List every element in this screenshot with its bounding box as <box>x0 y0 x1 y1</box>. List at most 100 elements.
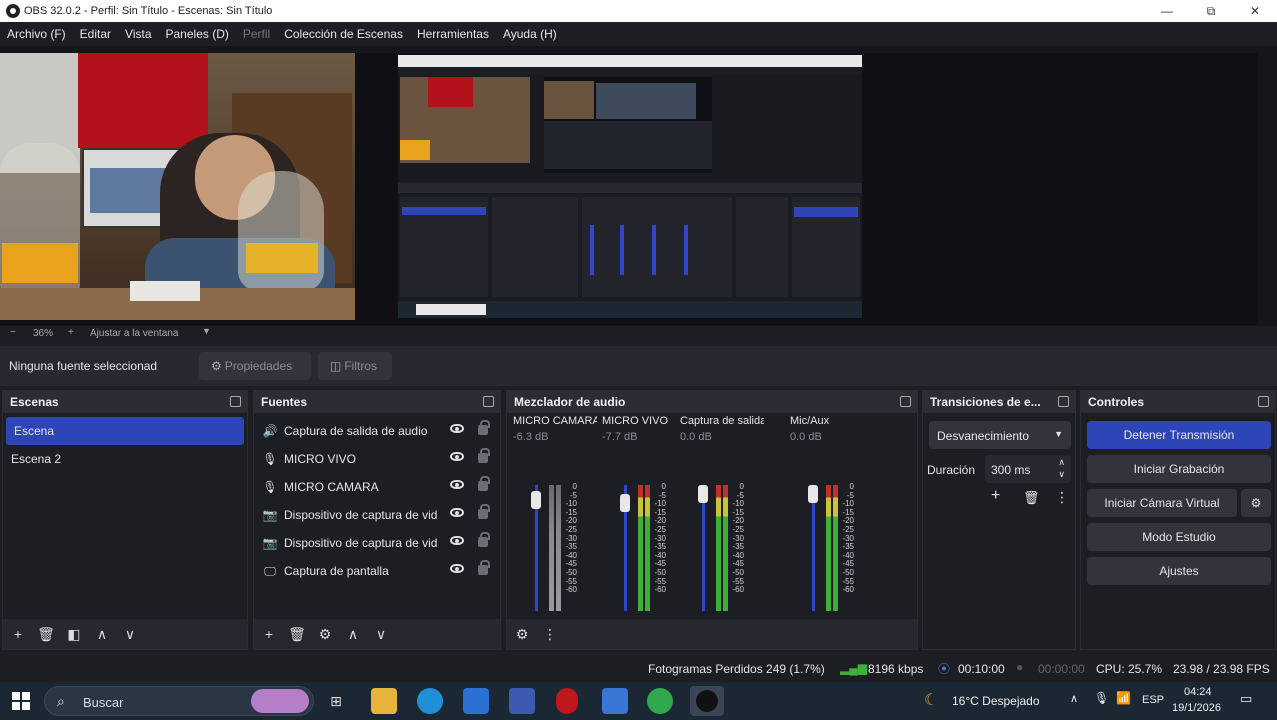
add-scene-icon[interactable]: + <box>5 621 31 647</box>
outlook-icon[interactable] <box>463 688 489 714</box>
move-down-icon[interactable]: ∨ <box>368 621 394 647</box>
eye-icon[interactable] <box>450 480 464 489</box>
wifi-icon[interactable]: 📶 <box>1116 691 1131 705</box>
weather-text[interactable]: 16°C Despejado <box>952 694 1040 708</box>
lock-icon[interactable] <box>478 420 490 435</box>
kebab-menu-icon[interactable]: ⋮ <box>537 621 563 647</box>
chevron-up-icon[interactable]: ∧ <box>1070 692 1078 705</box>
source-item[interactable]: 🎙 MICRO CAMARA <box>254 473 500 501</box>
source-item[interactable]: 📷 Dispositivo de captura de vid <box>254 501 500 529</box>
popout-icon[interactable] <box>900 396 911 407</box>
document-icon[interactable] <box>602 688 628 714</box>
eye-icon[interactable] <box>450 536 464 545</box>
filters-button[interactable]: ◫ Filtros <box>318 352 392 380</box>
remove-scene-icon[interactable]: 🗑 <box>33 621 59 647</box>
source-item[interactable]: 🖵 Captura de pantalla <box>254 557 500 585</box>
language-indicator[interactable]: ESP <box>1142 694 1164 706</box>
minimize-button[interactable]: — <box>1145 0 1189 22</box>
lock-icon[interactable] <box>478 448 490 463</box>
virtual-camera-settings-button[interactable]: ⚙ <box>1241 489 1271 517</box>
remove-transition-icon[interactable]: 🗑 <box>1023 490 1040 506</box>
eye-icon[interactable] <box>450 564 464 573</box>
bitrate: 8196 kbps <box>868 662 924 676</box>
channel-db: -7.7 dB <box>602 431 638 443</box>
eye-icon[interactable] <box>450 452 464 461</box>
move-down-icon[interactable]: ∨ <box>117 621 143 647</box>
camera-source-preview[interactable] <box>0 53 355 320</box>
scene-item[interactable]: Escena <box>6 417 244 445</box>
scene-item[interactable]: Escena 2 <box>3 445 247 473</box>
red-app-icon[interactable] <box>556 688 578 714</box>
duration-spinbox[interactable]: 300 ms ∧ ∨ <box>985 455 1071 483</box>
menu-archivo[interactable]: Archivo (F) <box>7 27 66 41</box>
transition-select[interactable]: Desvanecimiento ▼ <box>929 421 1071 449</box>
task-view-icon[interactable]: ⊞ <box>323 688 349 714</box>
menu-vista[interactable]: Vista <box>125 27 151 41</box>
windows-taskbar: ⌕ Buscar ⊞ ☾ 16°C Despejado ∧ 🎙 📶 ESP 04… <box>0 682 1277 720</box>
menu-ayuda[interactable]: Ayuda (H) <box>503 27 557 41</box>
popout-icon[interactable] <box>1258 396 1269 407</box>
close-button[interactable]: ✕ <box>1233 0 1277 22</box>
spin-up-icon[interactable]: ∧ <box>1058 457 1065 468</box>
lock-icon[interactable] <box>478 560 490 575</box>
volume-fader-knob[interactable] <box>808 485 818 503</box>
volume-fader-track[interactable] <box>702 485 705 611</box>
start-virtual-camera-button[interactable]: Iniciar Cámara Virtual <box>1087 489 1237 517</box>
audio-level-meter <box>716 485 721 611</box>
channel-name: MICRO VIVO <box>602 415 669 427</box>
volume-fader-knob[interactable] <box>531 491 541 509</box>
menu-editar[interactable]: Editar <box>80 27 111 41</box>
popout-icon[interactable] <box>230 396 241 407</box>
mixer-settings-icon[interactable]: ⚙ <box>509 621 535 647</box>
eye-icon[interactable] <box>450 508 464 517</box>
settings-button[interactable]: Ajustes <box>1087 557 1271 585</box>
move-up-icon[interactable]: ∧ <box>340 621 366 647</box>
popout-icon[interactable] <box>483 396 494 407</box>
store-icon[interactable] <box>509 688 535 714</box>
menu-coleccion-escenas[interactable]: Colección de Escenas <box>284 27 403 41</box>
clock-time[interactable]: 04:24 <box>1184 686 1212 698</box>
lock-icon[interactable] <box>478 532 490 547</box>
stop-stream-button[interactable]: Detener Transmisión <box>1087 421 1271 449</box>
properties-button[interactable]: ⚙ Propiedades <box>199 352 311 380</box>
menu-perfil[interactable]: Perfil <box>243 27 270 41</box>
source-settings-icon[interactable]: ⚙ <box>312 621 338 647</box>
chevron-down-icon[interactable]: ▼ <box>202 326 211 336</box>
volume-fader-track[interactable] <box>812 485 815 611</box>
menu-paneles[interactable]: Paneles (D) <box>166 27 229 41</box>
notification-icon[interactable]: ▭ <box>1240 691 1252 707</box>
zoom-in-icon[interactable]: + <box>68 327 74 338</box>
mic-tray-icon[interactable]: 🎙 <box>1094 691 1109 705</box>
move-up-icon[interactable]: ∧ <box>89 621 115 647</box>
eye-icon[interactable] <box>450 424 464 433</box>
popout-icon[interactable] <box>1058 396 1069 407</box>
windows-start-icon[interactable] <box>12 692 30 710</box>
properties-label: Propiedades <box>224 359 293 373</box>
volume-fader-knob[interactable] <box>620 494 630 512</box>
screen-capture-source-preview[interactable] <box>398 55 862 318</box>
source-item[interactable]: 🔊 Captura de salida de audio <box>254 417 500 445</box>
add-transition-icon[interactable]: + <box>991 487 1000 505</box>
kebab-menu-icon[interactable]: ⋮ <box>1055 489 1069 506</box>
source-item[interactable]: 📷 Dispositivo de captura de vid <box>254 529 500 557</box>
studio-mode-button[interactable]: Modo Estudio <box>1087 523 1271 551</box>
source-item[interactable]: 🎙 MICRO VIVO <box>254 445 500 473</box>
fit-window-label[interactable]: Ajustar a la ventana <box>90 328 178 339</box>
lock-icon[interactable] <box>478 476 490 491</box>
menu-herramientas[interactable]: Herramientas <box>417 27 489 41</box>
start-recording-button[interactable]: Iniciar Grabación <box>1087 455 1271 483</box>
scene-filters-icon[interactable]: ◧ <box>61 621 87 647</box>
lock-icon[interactable] <box>478 504 490 519</box>
chrome-icon[interactable] <box>647 688 673 714</box>
volume-fader-knob[interactable] <box>698 485 708 503</box>
edge-icon[interactable] <box>417 688 443 714</box>
file-explorer-icon[interactable] <box>371 688 397 714</box>
spin-down-icon[interactable]: ∨ <box>1058 469 1065 480</box>
zoom-out-icon[interactable]: − <box>10 327 16 338</box>
restore-button[interactable]: ⧉ <box>1189 0 1233 22</box>
taskbar-search[interactable]: ⌕ Buscar <box>44 686 314 716</box>
add-source-icon[interactable]: + <box>256 621 282 647</box>
clock-date[interactable]: 19/1/2026 <box>1172 702 1221 714</box>
obs-taskbar-icon[interactable] <box>690 686 724 716</box>
remove-source-icon[interactable]: 🗑 <box>284 621 310 647</box>
